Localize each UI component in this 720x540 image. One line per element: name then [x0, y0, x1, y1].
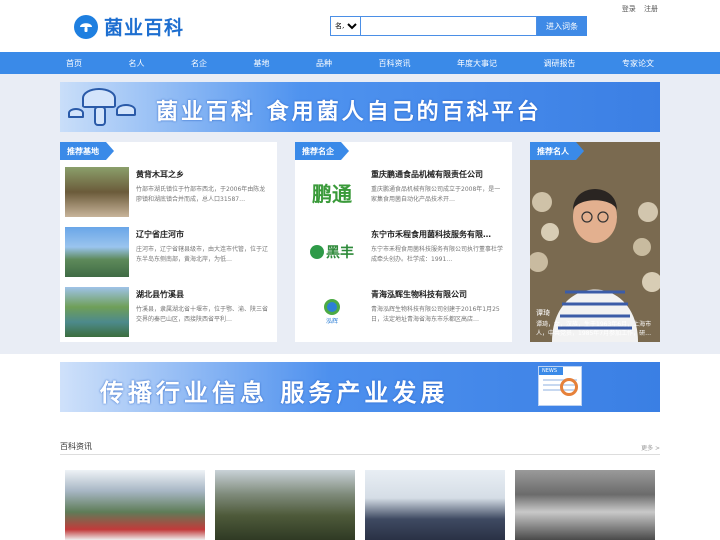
search-bar: 名人 进入词条	[330, 16, 587, 36]
person-name: 谭琦	[536, 309, 550, 317]
news-photo[interactable]	[365, 470, 505, 540]
news-photo[interactable]	[65, 470, 205, 540]
company-logo-text: 黑丰	[326, 245, 354, 261]
base-photo	[65, 227, 129, 277]
login-link[interactable]: 登录	[622, 5, 636, 13]
company-logo: 黑丰	[300, 227, 364, 277]
panel-heading: 推荐名企	[295, 142, 349, 160]
news-section-header: 百科资讯 更多 >	[60, 438, 660, 455]
company-emblem-icon	[324, 299, 340, 315]
nav-news[interactable]: 百科资讯	[379, 58, 411, 69]
company-logo: 泓辉	[300, 287, 364, 337]
item-title: 辽宁省庄河市	[136, 230, 184, 239]
site-logo-text: 菌业百科	[104, 17, 185, 39]
company-logo: 鹏通	[300, 167, 364, 217]
list-item[interactable]: 辽宁省庄河市 庄河市，辽宁省辖县级市，由大连市代管，位于辽东半岛东侧南部，黄海北…	[65, 227, 269, 277]
person-desc: 谭琦，女，汉族，生于1963年6月，上海市人，中共党员，1985年7月参加工作，…	[536, 321, 652, 337]
slogan-text: 菌业百科 食用菌人自己的百科平台	[156, 100, 542, 125]
recommended-bases-panel: 推荐基地 黄背木耳之乡 竹部市湖氏镇位于竹部市西北，于2006年由陈龙廖镇和湖底…	[60, 142, 277, 342]
nav-varieties[interactable]: 品种	[316, 58, 332, 69]
mushroom-stem-illustration	[94, 106, 106, 126]
recommended-person-card[interactable]: 推荐名人 谭琦 谭琦，女，汉族，生于1963年6月，上海市人，中共党员，1985…	[530, 142, 660, 342]
leaf-icon	[310, 245, 324, 259]
search-button[interactable]: 进入词条	[537, 16, 587, 36]
nav-papers[interactable]: 专家论文	[622, 58, 654, 69]
slogan-banner[interactable]: 菌业百科 食用菌人自己的百科平台	[60, 82, 660, 132]
item-title: 黄背木耳之乡	[136, 170, 184, 179]
item-desc: 竹部市湖氏镇位于竹部市西北，于2006年由陈龙廖镇和湖底镇合并而成，总人口315…	[136, 186, 266, 203]
section-title: 百科资讯	[60, 442, 92, 451]
person-caption: 谭琦 谭琦，女，汉族，生于1963年6月，上海市人，中共党员，1985年7月参加…	[536, 309, 654, 338]
company-logo-text: 鹏通	[312, 181, 352, 206]
item-desc: 东宁市禾程食用菌科技服务有限公司执行董事杜学成牵头创办。杜学成：1991…	[371, 246, 504, 263]
nav-home[interactable]: 首页	[66, 58, 82, 69]
list-item[interactable]: 泓辉 青海泓辉生物科技有限公司 青海泓辉生物科技有限公司创建于2016年1月25…	[300, 287, 504, 337]
mushroom-logo-icon	[74, 14, 98, 39]
nav-celebrities[interactable]: 名人	[129, 58, 145, 69]
nav-bases[interactable]: 基地	[254, 58, 270, 69]
mushroom-illustration	[82, 88, 116, 108]
item-title: 重庆鹏通食品机械有限责任公司	[371, 170, 483, 179]
item-title: 东宁市禾程食用菌科技服务有限…	[371, 230, 491, 239]
item-desc: 重庆鹏通食品机械有限公司成立于2008年，是一家集食用菌自动化产品技术开…	[371, 186, 501, 203]
search-input[interactable]	[360, 16, 537, 36]
news-badge: NEWS	[539, 367, 563, 375]
register-link[interactable]: 注册	[644, 5, 658, 13]
magnifier-icon	[560, 378, 578, 396]
panel-heading: 推荐名人	[530, 142, 584, 160]
search-type-select[interactable]: 名人	[330, 16, 360, 36]
mission-text: 传播行业信息 服务产业发展	[100, 379, 449, 407]
mushroom-illustration	[116, 104, 136, 116]
list-item[interactable]: 湖北县竹溪县 竹溪县，隶属湖北省十堰市，位于鄂、渝、陕三省交界的秦巴山区，西接陕…	[65, 287, 269, 337]
company-logo-text: 泓辉	[325, 318, 338, 325]
item-desc: 青海泓辉生物科技有限公司创建于2016年1月25日，法定地址青海省海东市乐都区高…	[371, 306, 500, 323]
list-item[interactable]: 黄背木耳之乡 竹部市湖氏镇位于竹部市西北，于2006年由陈龙廖镇和湖底镇合并而成…	[65, 167, 269, 217]
base-photo	[65, 167, 129, 217]
site-logo[interactable]: 菌业百科	[74, 13, 184, 40]
item-title: 湖北县竹溪县	[136, 290, 184, 299]
mission-banner[interactable]: 传播行业信息 服务产业发展 NEWS	[60, 362, 660, 412]
item-title: 青海泓辉生物科技有限公司	[371, 290, 467, 299]
panel-heading: 推荐基地	[60, 142, 114, 160]
news-photo[interactable]	[515, 470, 655, 540]
item-desc: 竹溪县，隶属湖北省十堰市，位于鄂、渝、陕三省交界的秦巴山区，西接陕西省平利…	[136, 306, 269, 323]
nav-reports[interactable]: 调研报告	[544, 58, 576, 69]
news-photo[interactable]	[215, 470, 355, 540]
account-links: 登录 注册	[616, 4, 658, 14]
main-nav: 首页 名人 名企 基地 品种 百科资讯 年度大事记 调研报告 专家论文	[0, 52, 720, 74]
nav-events[interactable]: 年度大事记	[457, 58, 497, 69]
base-photo	[65, 287, 129, 337]
list-item[interactable]: 黑丰 东宁市禾程食用菌科技服务有限… 东宁市禾程食用菌科技服务有限公司执行董事杜…	[300, 227, 504, 277]
nav-companies[interactable]: 名企	[191, 58, 207, 69]
item-desc: 庄河市，辽宁省辖县级市，由大连市代管，位于辽东半岛东侧南部，黄海北岸，为低…	[136, 246, 269, 263]
list-item[interactable]: 鹏通 重庆鹏通食品机械有限责任公司 重庆鹏通食品机械有限公司成立于2008年，是…	[300, 167, 504, 217]
mushroom-illustration	[68, 108, 84, 118]
header: 菌业百科 登录 注册 名人 进入词条	[0, 0, 720, 52]
more-link[interactable]: 更多 >	[641, 443, 660, 452]
recommended-companies-panel: 推荐名企 鹏通 重庆鹏通食品机械有限责任公司 重庆鹏通食品机械有限公司成立于20…	[295, 142, 512, 342]
